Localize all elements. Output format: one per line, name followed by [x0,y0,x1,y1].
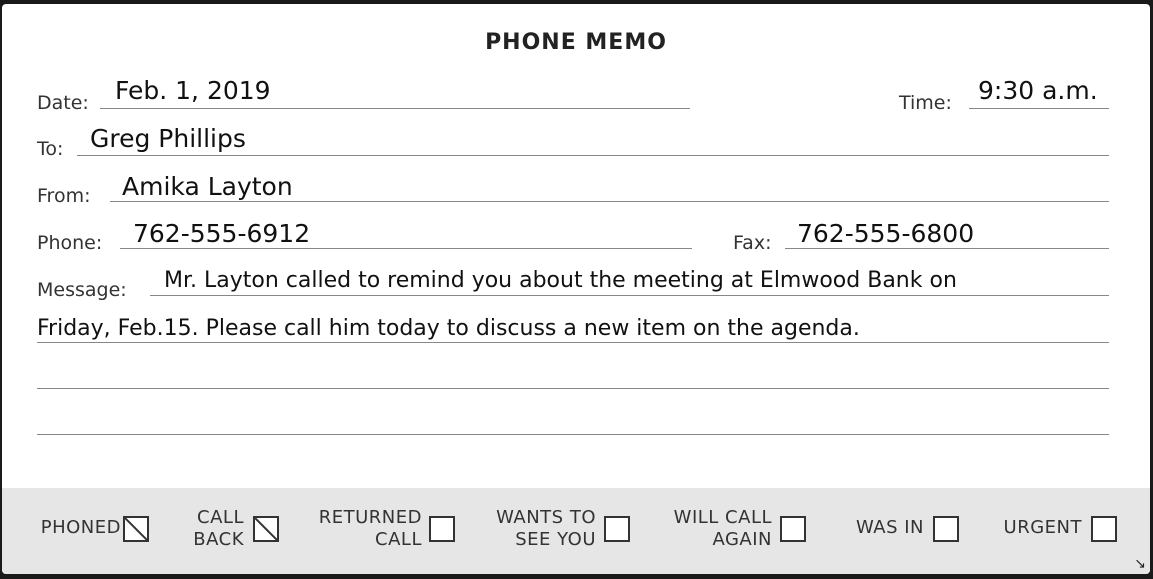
resize-corner-icon[interactable]: ↘ [1134,555,1146,572]
wants-to-see-you-label: WANTS TO SEE YOU [496,507,596,550]
message-line-4 [37,434,1109,435]
from-line [110,201,1109,202]
date-label: Date: [37,92,89,114]
was-in-label: WAS IN [855,517,924,538]
fax-label: Fax: [733,232,772,254]
message-line-1 [150,295,1109,296]
will-call-again-label: WILL CALL AGAIN [673,507,772,550]
will-call-again-checkbox[interactable] [780,516,806,542]
message-text-line-1[interactable]: Mr. Layton called to remind you about th… [164,268,957,293]
message-label: Message: [37,279,127,301]
phoned-label: PHONED [40,517,121,538]
time-label: Time: [899,92,952,114]
phoned-checkbox[interactable] [123,516,149,542]
phone-memo-form: PHONE MEMO Date: Feb. 1, 2019 Time: 9:30… [2,4,1150,574]
date-line [100,108,690,109]
call-back-checkbox[interactable] [253,516,279,542]
status-checkbox-bar: PHONED CALL BACK RETURNED CALL WANTS TO … [2,488,1150,574]
returned-call-checkbox[interactable] [429,516,455,542]
to-label: To: [37,138,64,160]
checkmark-slash-icon [125,518,147,540]
returned-call-label: RETURNED CALL [318,507,422,550]
urgent-label: URGENT [1003,517,1082,538]
from-value[interactable]: Amika Layton [122,172,293,201]
message-line-2 [37,342,1109,343]
fax-value[interactable]: 762-555-6800 [797,219,974,248]
call-back-label: CALL BACK [193,507,244,550]
fax-line [785,248,1109,249]
phone-label: Phone: [37,232,103,254]
phone-value[interactable]: 762-555-6912 [133,219,310,248]
to-value[interactable]: Greg Phillips [90,124,246,153]
to-line [77,155,1109,156]
date-value[interactable]: Feb. 1, 2019 [115,76,271,105]
was-in-checkbox[interactable] [933,516,959,542]
time-line [969,108,1109,109]
urgent-checkbox[interactable] [1091,516,1117,542]
time-value[interactable]: 9:30 a.m. [978,76,1098,105]
from-label: From: [37,185,91,207]
memo-title: PHONE MEMO [485,30,667,55]
message-line-3 [37,388,1109,389]
message-text-line-2[interactable]: Friday, Feb.15. Please call him today to… [37,316,860,341]
wants-to-see-you-checkbox[interactable] [604,516,630,542]
phone-line [120,248,692,249]
checkmark-slash-icon [255,518,277,540]
